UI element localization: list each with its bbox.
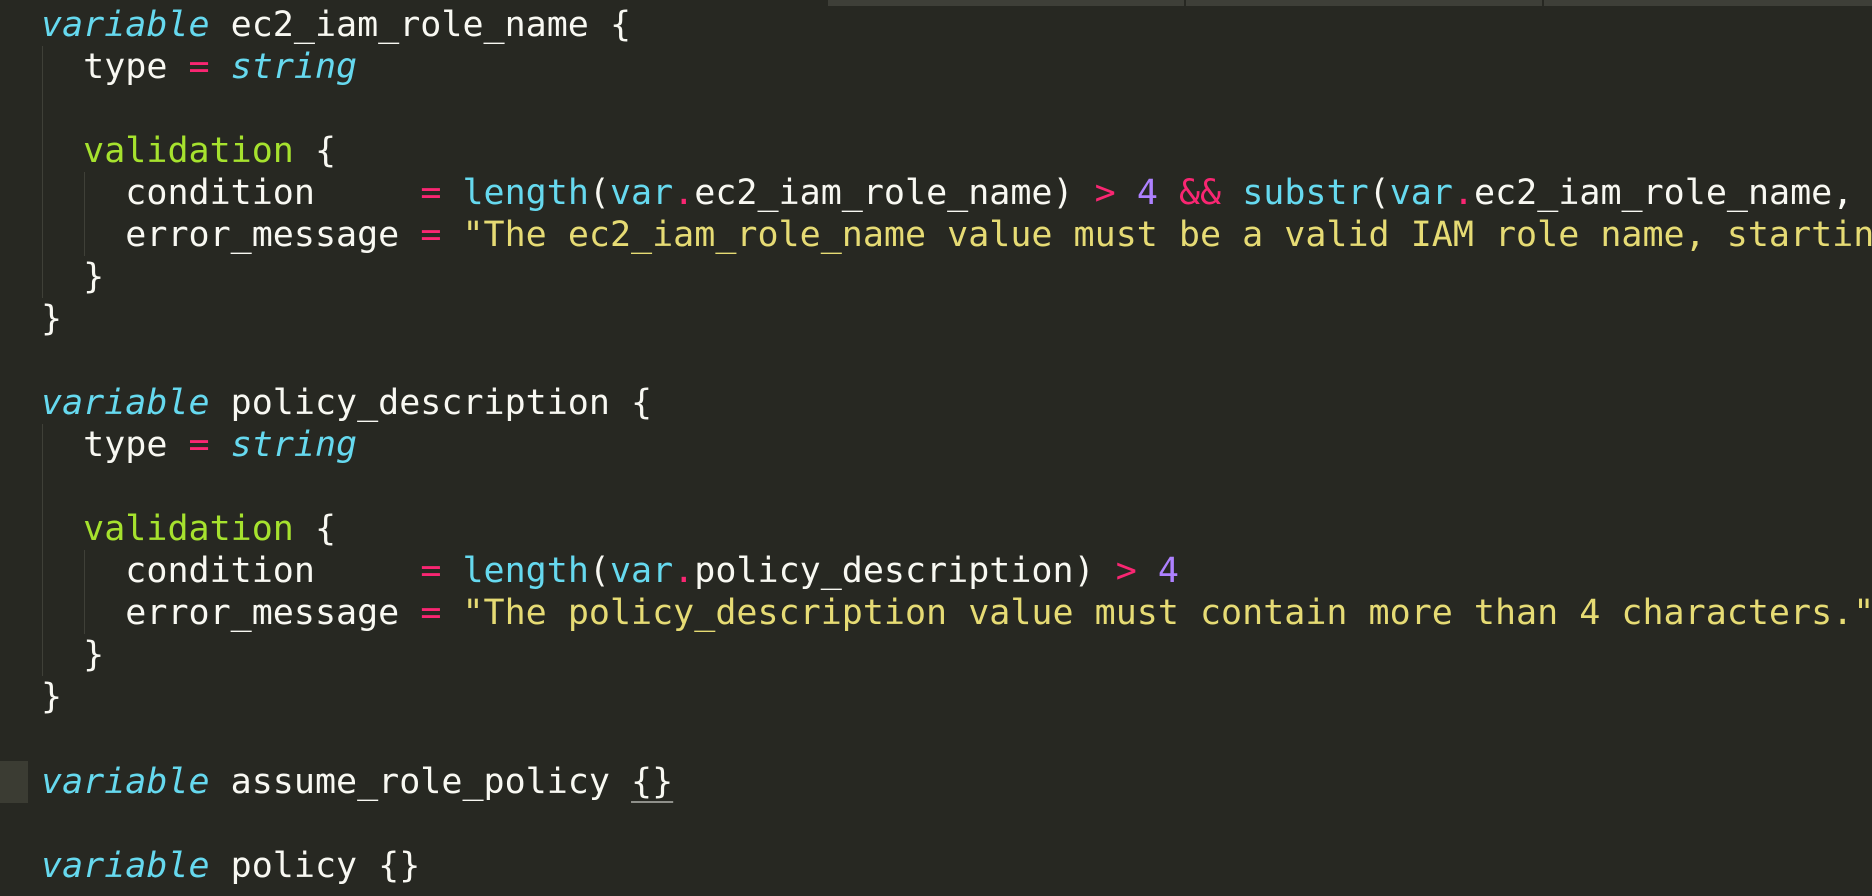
code-line[interactable]: variable policy_description { — [41, 382, 652, 424]
empty-braces: {} — [631, 762, 674, 802]
tab[interactable] — [1186, 0, 1542, 6]
code-line[interactable]: error_message = "The policy_description … — [41, 592, 1872, 634]
open-brace: { — [314, 509, 337, 549]
attr-type: type — [83, 425, 168, 465]
code-line[interactable]: } — [41, 298, 62, 340]
dot: . — [673, 551, 695, 591]
variable-name: policy — [230, 846, 358, 886]
comma: , — [1832, 173, 1854, 213]
operator-eq: = — [420, 215, 442, 255]
attr-condition: condition — [125, 551, 315, 591]
operator-eq: = — [420, 551, 442, 591]
code-line[interactable]: } — [41, 256, 104, 298]
variable-name: assume_role_policy — [230, 762, 610, 802]
code-editor[interactable]: variable ec2_iam_role_name { type = stri… — [0, 0, 1872, 896]
dot: . — [1452, 173, 1475, 213]
code-line[interactable]: validation { — [41, 130, 336, 172]
code-line[interactable]: type = string — [41, 424, 357, 466]
close-brace: } — [83, 635, 105, 675]
operator-eq: = — [188, 425, 210, 465]
string-literal: "The policy_description value must conta… — [462, 593, 1872, 633]
func-substr: substr — [1242, 173, 1369, 213]
code-line[interactable]: type = string — [41, 46, 357, 88]
paren: ) — [1073, 551, 1095, 591]
code-line[interactable]: variable policy {} — [41, 845, 420, 887]
dot: . — [673, 173, 695, 213]
attr-type: type — [83, 47, 168, 87]
number: 4 — [1136, 173, 1158, 213]
open-brace: { — [609, 5, 632, 45]
code-line[interactable]: condition = length(var.ec2_iam_role_name… — [41, 172, 1872, 214]
attr-condition: condition — [125, 173, 315, 213]
code-line[interactable]: } — [41, 676, 62, 718]
block-validation: validation — [83, 131, 294, 171]
close-brace: } — [41, 299, 63, 339]
keyword-variable: variable — [41, 846, 210, 886]
operator-eq: = — [420, 173, 442, 213]
code-line[interactable]: condition = length(var.policy_descriptio… — [41, 550, 1179, 592]
var-ref: ec2_iam_role_name — [1474, 173, 1833, 213]
code-line[interactable]: validation { — [41, 508, 336, 550]
close-brace: } — [83, 257, 105, 297]
tab[interactable] — [828, 0, 1184, 6]
spacing — [315, 173, 420, 213]
open-brace: { — [314, 131, 337, 171]
paren: ) — [1052, 173, 1074, 213]
block-validation: validation — [83, 509, 294, 549]
variable-name: policy_description — [230, 383, 610, 423]
tab[interactable] — [1544, 0, 1872, 6]
type-string: string — [230, 47, 358, 87]
var-keyword: var — [609, 551, 674, 591]
func-length: length — [462, 551, 589, 591]
code-line[interactable]: } — [41, 634, 104, 676]
paren: ( — [588, 173, 610, 213]
string-literal: "The ec2_iam_role_name value must be a v… — [462, 215, 1872, 255]
type-string: string — [230, 425, 358, 465]
keyword-variable: variable — [41, 5, 210, 45]
code-line[interactable]: variable ec2_iam_role_name { — [41, 4, 631, 46]
operator-eq: = — [420, 593, 442, 633]
operator-eq: = — [188, 47, 210, 87]
code-line[interactable]: variable assume_role_policy {} — [41, 761, 673, 803]
var-ref: policy_description — [694, 551, 1074, 591]
operator-and: && — [1178, 173, 1222, 213]
number: 4 — [1157, 551, 1179, 591]
func-length: length — [462, 173, 589, 213]
paren: ( — [1368, 173, 1390, 213]
attr-error-message: error_message — [125, 215, 400, 255]
close-brace: } — [41, 677, 63, 717]
paren: ( — [588, 551, 610, 591]
attr-error-message: error_message — [125, 593, 400, 633]
operator-gt: > — [1094, 173, 1116, 213]
code-line[interactable]: error_message = "The ec2_iam_role_name v… — [41, 214, 1872, 256]
variable-name: ec2_iam_role_name — [230, 5, 589, 45]
empty-braces: {} — [378, 846, 421, 886]
operator-gt: > — [1115, 551, 1137, 591]
current-line-marker — [0, 761, 28, 803]
open-brace: { — [631, 383, 653, 423]
keyword-variable: variable — [41, 383, 210, 423]
var-keyword: var — [609, 173, 674, 213]
spacing — [315, 551, 420, 591]
var-ref: ec2_iam_role_name — [694, 173, 1053, 213]
var-keyword: var — [1389, 173, 1453, 213]
keyword-variable: variable — [41, 762, 210, 802]
